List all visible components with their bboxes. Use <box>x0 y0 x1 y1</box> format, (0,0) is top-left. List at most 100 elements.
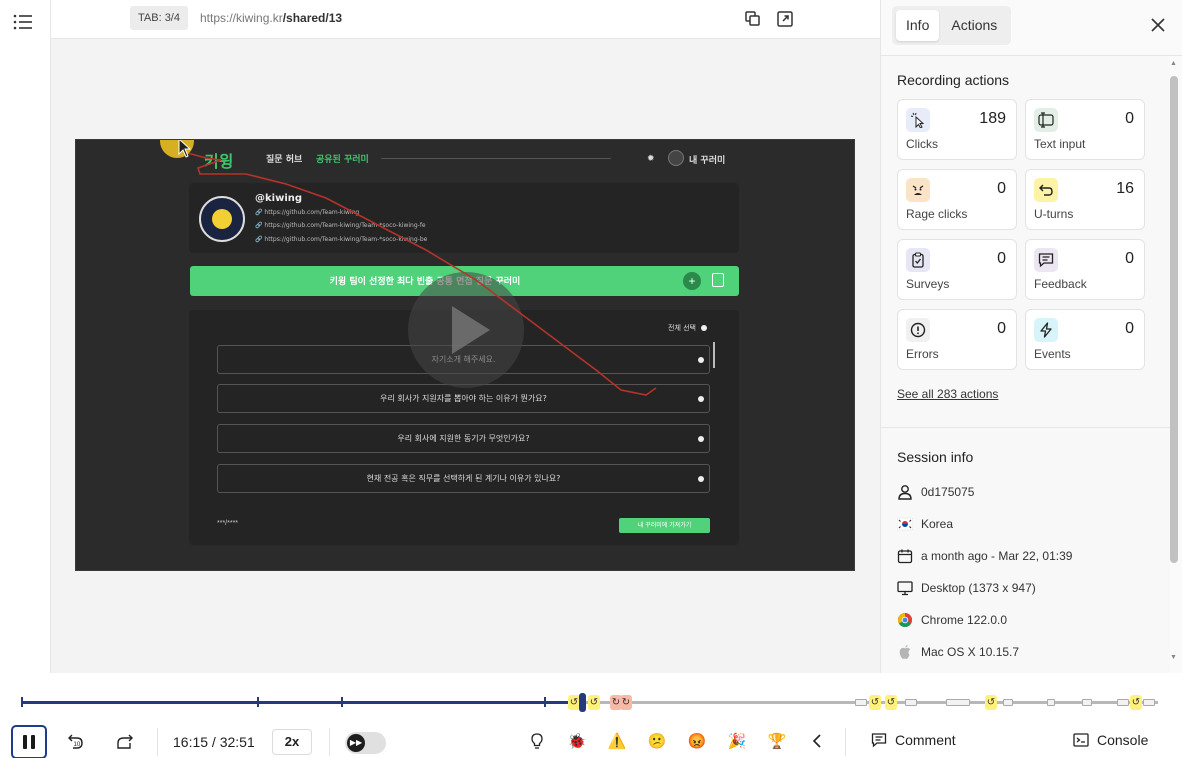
inactivity-segment <box>1082 699 1092 706</box>
errors-label: Errors <box>906 347 939 361</box>
replay-bundle-title: 키윙 팀이 선정한 최다 빈출 공통 면접 질문 꾸러미 <box>329 277 521 287</box>
panel-tabs: Info Actions <box>892 6 1012 45</box>
errors-count: 0 <box>997 320 1006 337</box>
replay-viewport[interactable]: 키윙 질문 허브 공유된 꾸러미 ✹ 내 꾸러미 @kiwing 🔗 https… <box>75 139 855 571</box>
clicks-label: Clicks <box>906 137 938 151</box>
lightning-icon <box>1034 318 1058 342</box>
rewind-10-icon[interactable]: 10 <box>67 732 85 750</box>
console-label: Console <box>1097 732 1149 748</box>
speed-button[interactable]: 2x <box>272 729 312 755</box>
menu-list-icon[interactable] <box>12 12 34 32</box>
session-date-row: a month ago - Mar 22, 01:39 <box>897 546 1072 566</box>
party-popper-icon[interactable]: 🎉 <box>727 732 747 752</box>
session-browser-row: Chrome 122.0.0 <box>897 610 1007 630</box>
recording-actions-title: Recording actions <box>897 72 1010 88</box>
tab-actions[interactable]: Actions <box>941 10 1007 41</box>
u-turn-marker-icon[interactable]: ↺ <box>869 695 881 710</box>
bug-icon[interactable]: 🐞 <box>567 732 587 752</box>
action-card-events[interactable]: 0 Events <box>1025 309 1145 370</box>
replay-nav-divider <box>381 158 611 159</box>
u-turn-marker-icon[interactable]: ↺ <box>885 695 897 710</box>
session-browser: Chrome 122.0.0 <box>921 613 1008 627</box>
chrome-icon <box>897 612 913 628</box>
feedback-icon <box>1034 248 1058 272</box>
copy-icon[interactable] <box>744 10 762 28</box>
console-icon <box>1073 733 1089 747</box>
left-rail <box>0 0 51 673</box>
replay-logo: 키윙 <box>204 152 234 171</box>
panel-scroll-area[interactable]: Recording actions 189 Clicks 0 Text inpu… <box>881 56 1170 673</box>
playback-time: 16:15 / 32:51 <box>173 734 255 750</box>
korea-flag-icon <box>896 516 914 532</box>
apple-icon <box>897 644 913 660</box>
replay-question-item: 우리 회사에 지원한 동기가 무엇인가요? <box>217 424 710 453</box>
svg-text:10: 10 <box>74 742 81 748</box>
timeline-playhead[interactable] <box>579 693 586 712</box>
open-external-icon[interactable] <box>776 10 794 28</box>
action-card-clicks[interactable]: 189 Clicks <box>897 99 1017 160</box>
error-icon <box>906 318 930 342</box>
confused-face-icon[interactable]: 😕 <box>647 732 667 752</box>
play-overlay-icon[interactable] <box>408 272 524 388</box>
see-all-actions-link[interactable]: See all 283 actions <box>897 387 998 401</box>
u-turns-label: U-turns <box>1034 207 1074 221</box>
chevron-left-icon[interactable] <box>807 732 827 752</box>
replay-import-button: 내 꾸러미에 가져가기 <box>619 518 710 533</box>
trophy-icon[interactable]: 🏆 <box>767 732 787 752</box>
warning-icon[interactable]: ⚠️ <box>607 732 627 752</box>
tab-badge[interactable]: TAB: 3/4 <box>130 6 188 30</box>
player-controls: 10 16:15 / 32:51 2x ▶▶ 🐞 ⚠️ 😕 😡 🎉 🏆 Comm… <box>0 720 1182 758</box>
comment-button[interactable]: Comment <box>871 732 956 748</box>
controls-divider <box>329 728 330 756</box>
events-count: 0 <box>1125 320 1134 337</box>
player-topbar: TAB: 3/4 https://kiwing.kr/shared/13 <box>51 0 880 39</box>
panel-scrollbar-thumb[interactable] <box>1170 76 1178 563</box>
reload-marker-icon[interactable]: ↻ <box>620 695 632 710</box>
timeline-tick <box>257 697 259 707</box>
skip-inactivity-toggle[interactable]: ▶▶ <box>345 732 386 754</box>
action-card-feedback[interactable]: 0 Feedback <box>1025 239 1145 300</box>
session-country: Korea <box>921 517 954 531</box>
replay-user-avatar <box>668 150 684 166</box>
sun-icon: ✹ <box>647 153 655 163</box>
scroll-up-icon[interactable]: ▲ <box>1170 60 1177 67</box>
replay-link: 🔗 https://github.com/Team-kiwing/Team-*s… <box>255 236 428 243</box>
session-date: a month ago - Mar 22, 01:39 <box>921 549 1073 563</box>
replay-handle: @kiwing <box>255 193 303 204</box>
u-turn-marker-icon[interactable]: ↺ <box>588 695 600 710</box>
feedback-count: 0 <box>1125 250 1134 267</box>
replay-select-all: 전체 선택 <box>668 323 707 333</box>
action-card-u-turns[interactable]: 16 U-turns <box>1025 169 1145 230</box>
action-card-surveys[interactable]: 0 Surveys <box>897 239 1017 300</box>
rage-clicks-count: 0 <box>997 180 1006 197</box>
replay-link-text: https://github.com/Team-kiwing <box>264 209 360 216</box>
action-card-text-input[interactable]: 0 Text input <box>1025 99 1145 160</box>
section-divider <box>881 427 1170 428</box>
inactivity-segment <box>905 699 917 706</box>
inactivity-segment <box>1047 699 1055 706</box>
forward-icon[interactable] <box>116 732 134 750</box>
action-card-errors[interactable]: 0 Errors <box>897 309 1017 370</box>
replay-scrollbar <box>713 342 715 368</box>
info-panel: Info Actions Recording actions 189 Click… <box>880 0 1182 673</box>
feedback-label: Feedback <box>1034 277 1087 291</box>
session-device-row: Desktop (1373 x 947) <box>897 578 1036 598</box>
timeline-played[interactable] <box>21 701 582 704</box>
console-button[interactable]: Console <box>1073 732 1148 748</box>
u-turn-marker-icon[interactable]: ↺ <box>985 695 997 710</box>
replay-profile-avatar <box>199 196 245 242</box>
action-card-rage-clicks[interactable]: 0 Rage clicks <box>897 169 1017 230</box>
session-user-id: 0d175075 <box>921 485 975 499</box>
text-input-icon <box>1034 108 1058 132</box>
replay-question-item: 현재 전공 혹은 직무를 선택하게 된 계기나 이유가 있나요? <box>217 464 710 493</box>
avatar-sun <box>212 209 232 229</box>
scroll-down-icon[interactable]: ▼ <box>1170 654 1177 661</box>
tab-info[interactable]: Info <box>896 10 940 41</box>
inactivity-segment <box>1003 699 1013 706</box>
lightbulb-icon[interactable] <box>527 732 547 752</box>
pause-button[interactable] <box>11 725 47 758</box>
angry-face-icon[interactable]: 😡 <box>687 732 707 752</box>
close-icon[interactable] <box>1149 16 1167 34</box>
session-user-row: 0d175075 <box>897 482 974 502</box>
u-turn-marker-icon[interactable]: ↺ <box>1130 695 1142 710</box>
